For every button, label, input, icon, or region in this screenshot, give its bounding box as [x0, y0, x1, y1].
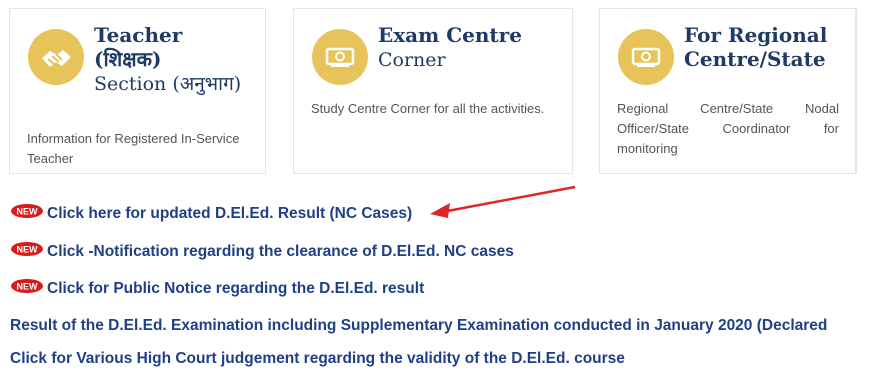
new-badge-text: NEW: [17, 244, 39, 254]
new-badge-text: NEW: [17, 206, 39, 216]
examination-result-link[interactable]: Result of the D.El.Ed. Examination inclu…: [10, 317, 827, 335]
card-description: Regional Centre/State Nodal Officer/Stat…: [617, 101, 839, 156]
public-notice-link[interactable]: NEW Click for Public Notice regarding th…: [10, 278, 425, 298]
new-badge-icon: NEW: [10, 278, 44, 294]
card-title-line1: Teacher: [94, 23, 183, 47]
teacher-section-card[interactable]: Teacher (शिक्षक) Section (अनुभाग) Inform…: [9, 8, 266, 174]
next-card-edge: [856, 8, 877, 174]
nc-notification-link[interactable]: NEW Click -Notification regarding the cl…: [10, 241, 514, 261]
money-icon: [618, 29, 674, 85]
card-title-line2: (शिक्षक): [94, 47, 162, 71]
link-label: Click here for updated D.El.Ed. Result (…: [47, 205, 413, 222]
money-icon: [312, 29, 368, 85]
link-label: Result of the D.El.Ed. Examination inclu…: [10, 317, 828, 334]
card-title: For Regional Centre/State: [684, 23, 827, 71]
card-title-line1: Exam Centre: [378, 23, 522, 47]
card-title-line1: For Regional: [684, 23, 828, 47]
handshake-icon: [28, 29, 84, 85]
card-description: Information for Registered In-Service Te…: [27, 131, 240, 166]
card-title: Exam Centre Corner: [378, 23, 522, 73]
card-title: Teacher (शिक्षक) Section (अनुभाग): [94, 23, 241, 97]
new-badge-text: NEW: [17, 281, 39, 291]
high-court-judgement-link[interactable]: Click for Various High Court judgement r…: [10, 350, 625, 368]
link-label: Click for Public Notice regarding the D.…: [47, 280, 425, 297]
new-badge-icon: NEW: [10, 241, 44, 257]
card-title-line2: Centre/State: [684, 47, 826, 71]
nc-result-link[interactable]: NEW Click here for updated D.El.Ed. Resu…: [10, 203, 413, 223]
pointer-arrow-icon: [430, 185, 576, 218]
exam-centre-corner-card[interactable]: Exam Centre Corner Study Centre Corner f…: [293, 8, 573, 174]
link-label: Click -Notification regarding the cleara…: [47, 243, 514, 260]
new-badge-icon: NEW: [10, 203, 44, 219]
card-description: Study Centre Corner for all the activiti…: [311, 101, 545, 116]
regional-centre-card[interactable]: For Regional Centre/State Regional Centr…: [599, 8, 856, 174]
card-title-line2: Corner: [378, 49, 446, 71]
link-label: Click for Various High Court judgement r…: [10, 350, 625, 367]
card-title-line3: Section (अनुभाग): [94, 73, 242, 95]
